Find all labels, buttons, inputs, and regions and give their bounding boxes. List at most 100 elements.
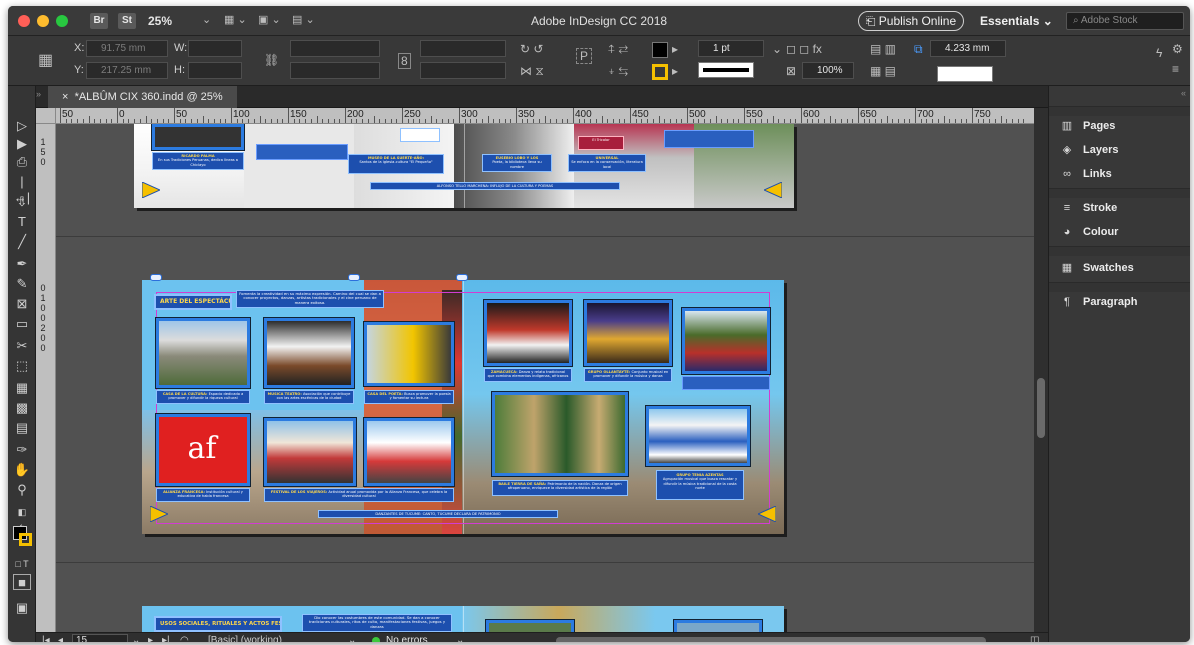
panel-menu-icon[interactable]: ≡ bbox=[1172, 62, 1179, 76]
maximize-window-button[interactable] bbox=[56, 15, 68, 27]
panel-layers[interactable]: ◈ Layers bbox=[1059, 140, 1187, 160]
selection-tool-icon[interactable]: ▷ bbox=[13, 118, 31, 134]
panel-group-grip[interactable] bbox=[1049, 188, 1190, 198]
photo-zamacueca[interactable] bbox=[484, 300, 572, 366]
fitting-frame-icon[interactable]: ▦ ▤ bbox=[870, 64, 896, 78]
text-frame-ollantayte[interactable] bbox=[682, 376, 770, 390]
linked-frame-badge[interactable] bbox=[456, 274, 468, 281]
shear-field[interactable] bbox=[420, 62, 506, 79]
stroke-type-sample[interactable] bbox=[698, 62, 754, 78]
offset-field[interactable]: 4.233 mm bbox=[930, 40, 1006, 57]
photo-ollantayte[interactable] bbox=[584, 300, 672, 366]
pen-tool-icon[interactable]: ✒ bbox=[13, 256, 31, 272]
note-tool-icon[interactable]: ▤ bbox=[13, 420, 31, 436]
document-tab[interactable]: × *ALBÛM CIX 360.indd @ 25% bbox=[48, 86, 237, 108]
pasteboard[interactable]: RICARDO PALMA En sus Tradiciones Peruana… bbox=[56, 124, 1034, 632]
previous-page-button[interactable]: ◂ bbox=[58, 634, 63, 642]
flip-icon[interactable]: ⋈ ⧖ bbox=[520, 64, 544, 79]
preflight-profile[interactable]: [Basic] (working) bbox=[208, 634, 282, 642]
expand-panels-icon[interactable]: « bbox=[1181, 88, 1186, 98]
settings-gear-icon[interactable]: ⚙ bbox=[1172, 42, 1183, 56]
height-field[interactable] bbox=[188, 62, 242, 79]
minimize-window-button[interactable] bbox=[37, 15, 49, 27]
preflight-errors[interactable]: No errors bbox=[386, 634, 428, 642]
photo-casa-cultura[interactable] bbox=[156, 318, 250, 388]
hand-tool-icon[interactable]: ✋ bbox=[13, 462, 31, 478]
stock-button[interactable]: St bbox=[118, 13, 136, 29]
vertical-scroll-thumb[interactable] bbox=[1037, 378, 1045, 438]
rotation-field[interactable] bbox=[420, 40, 506, 57]
spread-usos-sociales[interactable]: USOS SOCIALES, RITUALES Y ACTOS FESTIVOS… bbox=[142, 606, 784, 632]
arrange-documents-icon[interactable]: ▤ ⌄ bbox=[292, 13, 315, 26]
text-frame-icon[interactable]: P bbox=[576, 48, 593, 64]
photo-usos-1[interactable] bbox=[486, 620, 574, 632]
last-page-button[interactable]: ▸| bbox=[162, 634, 170, 642]
preflight-menu-icon[interactable]: ⌄ bbox=[456, 634, 464, 642]
vertical-scrollbar[interactable] bbox=[1034, 108, 1048, 632]
close-tab-icon[interactable]: × bbox=[62, 91, 68, 103]
horizontal-ruler[interactable]: 50 0 50 100 150 200 250 300 350 400 450 500 550 600 65… bbox=[56, 108, 1034, 124]
collapse-icon[interactable]: » bbox=[36, 89, 41, 99]
stroke-options-icon[interactable]: ⌄ bbox=[772, 42, 782, 56]
photo-usos-2[interactable] bbox=[674, 620, 762, 632]
publish-online-button[interactable]: ⎗ Publish Online bbox=[858, 11, 964, 31]
page-number-field[interactable]: 15 bbox=[72, 634, 128, 642]
direct-selection-tool-icon[interactable]: ▶ bbox=[13, 136, 31, 152]
photo-festival-viajeros-2[interactable] bbox=[364, 418, 454, 486]
panel-stroke[interactable]: ≡ Stroke bbox=[1059, 198, 1187, 218]
fitting-icon[interactable]: ▤ ▥ bbox=[870, 42, 896, 56]
panel-group-grip[interactable] bbox=[1049, 282, 1190, 292]
auto-fit-icon[interactable]: ⧉ bbox=[914, 42, 923, 57]
photo-musica-teatro[interactable] bbox=[264, 318, 354, 388]
text-frame-empty[interactable] bbox=[256, 144, 348, 160]
apply-color-icon[interactable]: ■ bbox=[13, 574, 31, 590]
scissors-tool-icon[interactable]: ✂ bbox=[13, 338, 31, 354]
stock-search-input[interactable]: ⌕ Adobe Stock bbox=[1066, 12, 1184, 30]
panel-paragraph[interactable]: ¶ Paragraph bbox=[1059, 292, 1187, 312]
type-tool-icon[interactable]: T bbox=[13, 214, 31, 230]
photo-ricardo-palma[interactable] bbox=[152, 124, 244, 150]
photo-alianza-francesa[interactable]: af bbox=[156, 414, 250, 486]
scale-y-field[interactable] bbox=[290, 62, 380, 79]
page-menu-icon[interactable]: ⌄ bbox=[132, 634, 140, 642]
zoom-dropdown-icon[interactable]: ⌄ bbox=[202, 13, 211, 26]
opacity-icon[interactable]: ⊠ bbox=[786, 64, 796, 78]
photo-tierra-de-sana[interactable] bbox=[492, 392, 628, 476]
panel-group-grip[interactable] bbox=[1049, 246, 1190, 256]
stroke-swatch[interactable] bbox=[652, 64, 668, 80]
panel-colour[interactable]: ◕ Colour bbox=[1059, 222, 1187, 242]
screen-mode-tool-icon[interactable]: ▣ bbox=[13, 600, 31, 616]
default-fill-stroke-icon[interactable]: ◧ ↰ bbox=[13, 504, 31, 533]
photo-casa-poeta[interactable] bbox=[364, 322, 454, 386]
text-frame-right[interactable] bbox=[664, 130, 754, 148]
gradient-feather-tool-icon[interactable]: ▩ bbox=[13, 400, 31, 416]
zoom-tool-icon[interactable]: ⚲ bbox=[13, 482, 31, 498]
spread-page-top[interactable]: RICARDO PALMA En sus Tradiciones Peruana… bbox=[134, 124, 794, 208]
stroke-menu-icon[interactable]: ▸ bbox=[672, 64, 678, 78]
constrain-scale-icon[interactable]: 8 bbox=[398, 53, 411, 69]
view-options-icon[interactable]: ▦ ⌄ bbox=[224, 13, 247, 26]
photo-festival-viajeros-1[interactable] bbox=[264, 418, 356, 486]
horizontal-scrollbar[interactable] bbox=[556, 637, 986, 642]
gradient-swatch-tool-icon[interactable]: ▦ bbox=[13, 380, 31, 396]
formatting-container-icon[interactable]: □ T bbox=[13, 556, 31, 572]
open-preflight-icon[interactable]: ◠ bbox=[180, 634, 189, 642]
scale-x-field[interactable] bbox=[290, 40, 380, 57]
panel-links[interactable]: ∞ Links bbox=[1059, 164, 1187, 184]
zoom-level[interactable]: 25% bbox=[148, 14, 172, 28]
pencil-tool-icon[interactable]: ✎ bbox=[13, 276, 31, 292]
panel-pages[interactable]: ▥ Pages bbox=[1059, 116, 1187, 136]
constrain-link-icon[interactable]: ⛓ bbox=[264, 53, 279, 67]
fill-swatch[interactable] bbox=[652, 42, 668, 58]
vertical-ruler[interactable]: 1500100200 bbox=[36, 124, 56, 632]
lightning-icon[interactable]: ϟ bbox=[1156, 46, 1162, 60]
stroke-weight-field[interactable]: 1 pt bbox=[698, 40, 764, 57]
y-position-field[interactable]: 217.25 mm bbox=[86, 62, 168, 79]
rectangle-tool-icon[interactable]: ▭ bbox=[13, 316, 31, 332]
first-page-button[interactable]: |◂ bbox=[42, 634, 50, 642]
frame-stroke-sample[interactable] bbox=[937, 66, 993, 82]
workspace-switcher[interactable]: Essentials ⌄ bbox=[980, 14, 1053, 28]
width-field[interactable] bbox=[188, 40, 242, 57]
gap-tool-icon[interactable]: |↔| bbox=[13, 174, 31, 205]
photo-grupo-tenia[interactable] bbox=[646, 406, 750, 466]
